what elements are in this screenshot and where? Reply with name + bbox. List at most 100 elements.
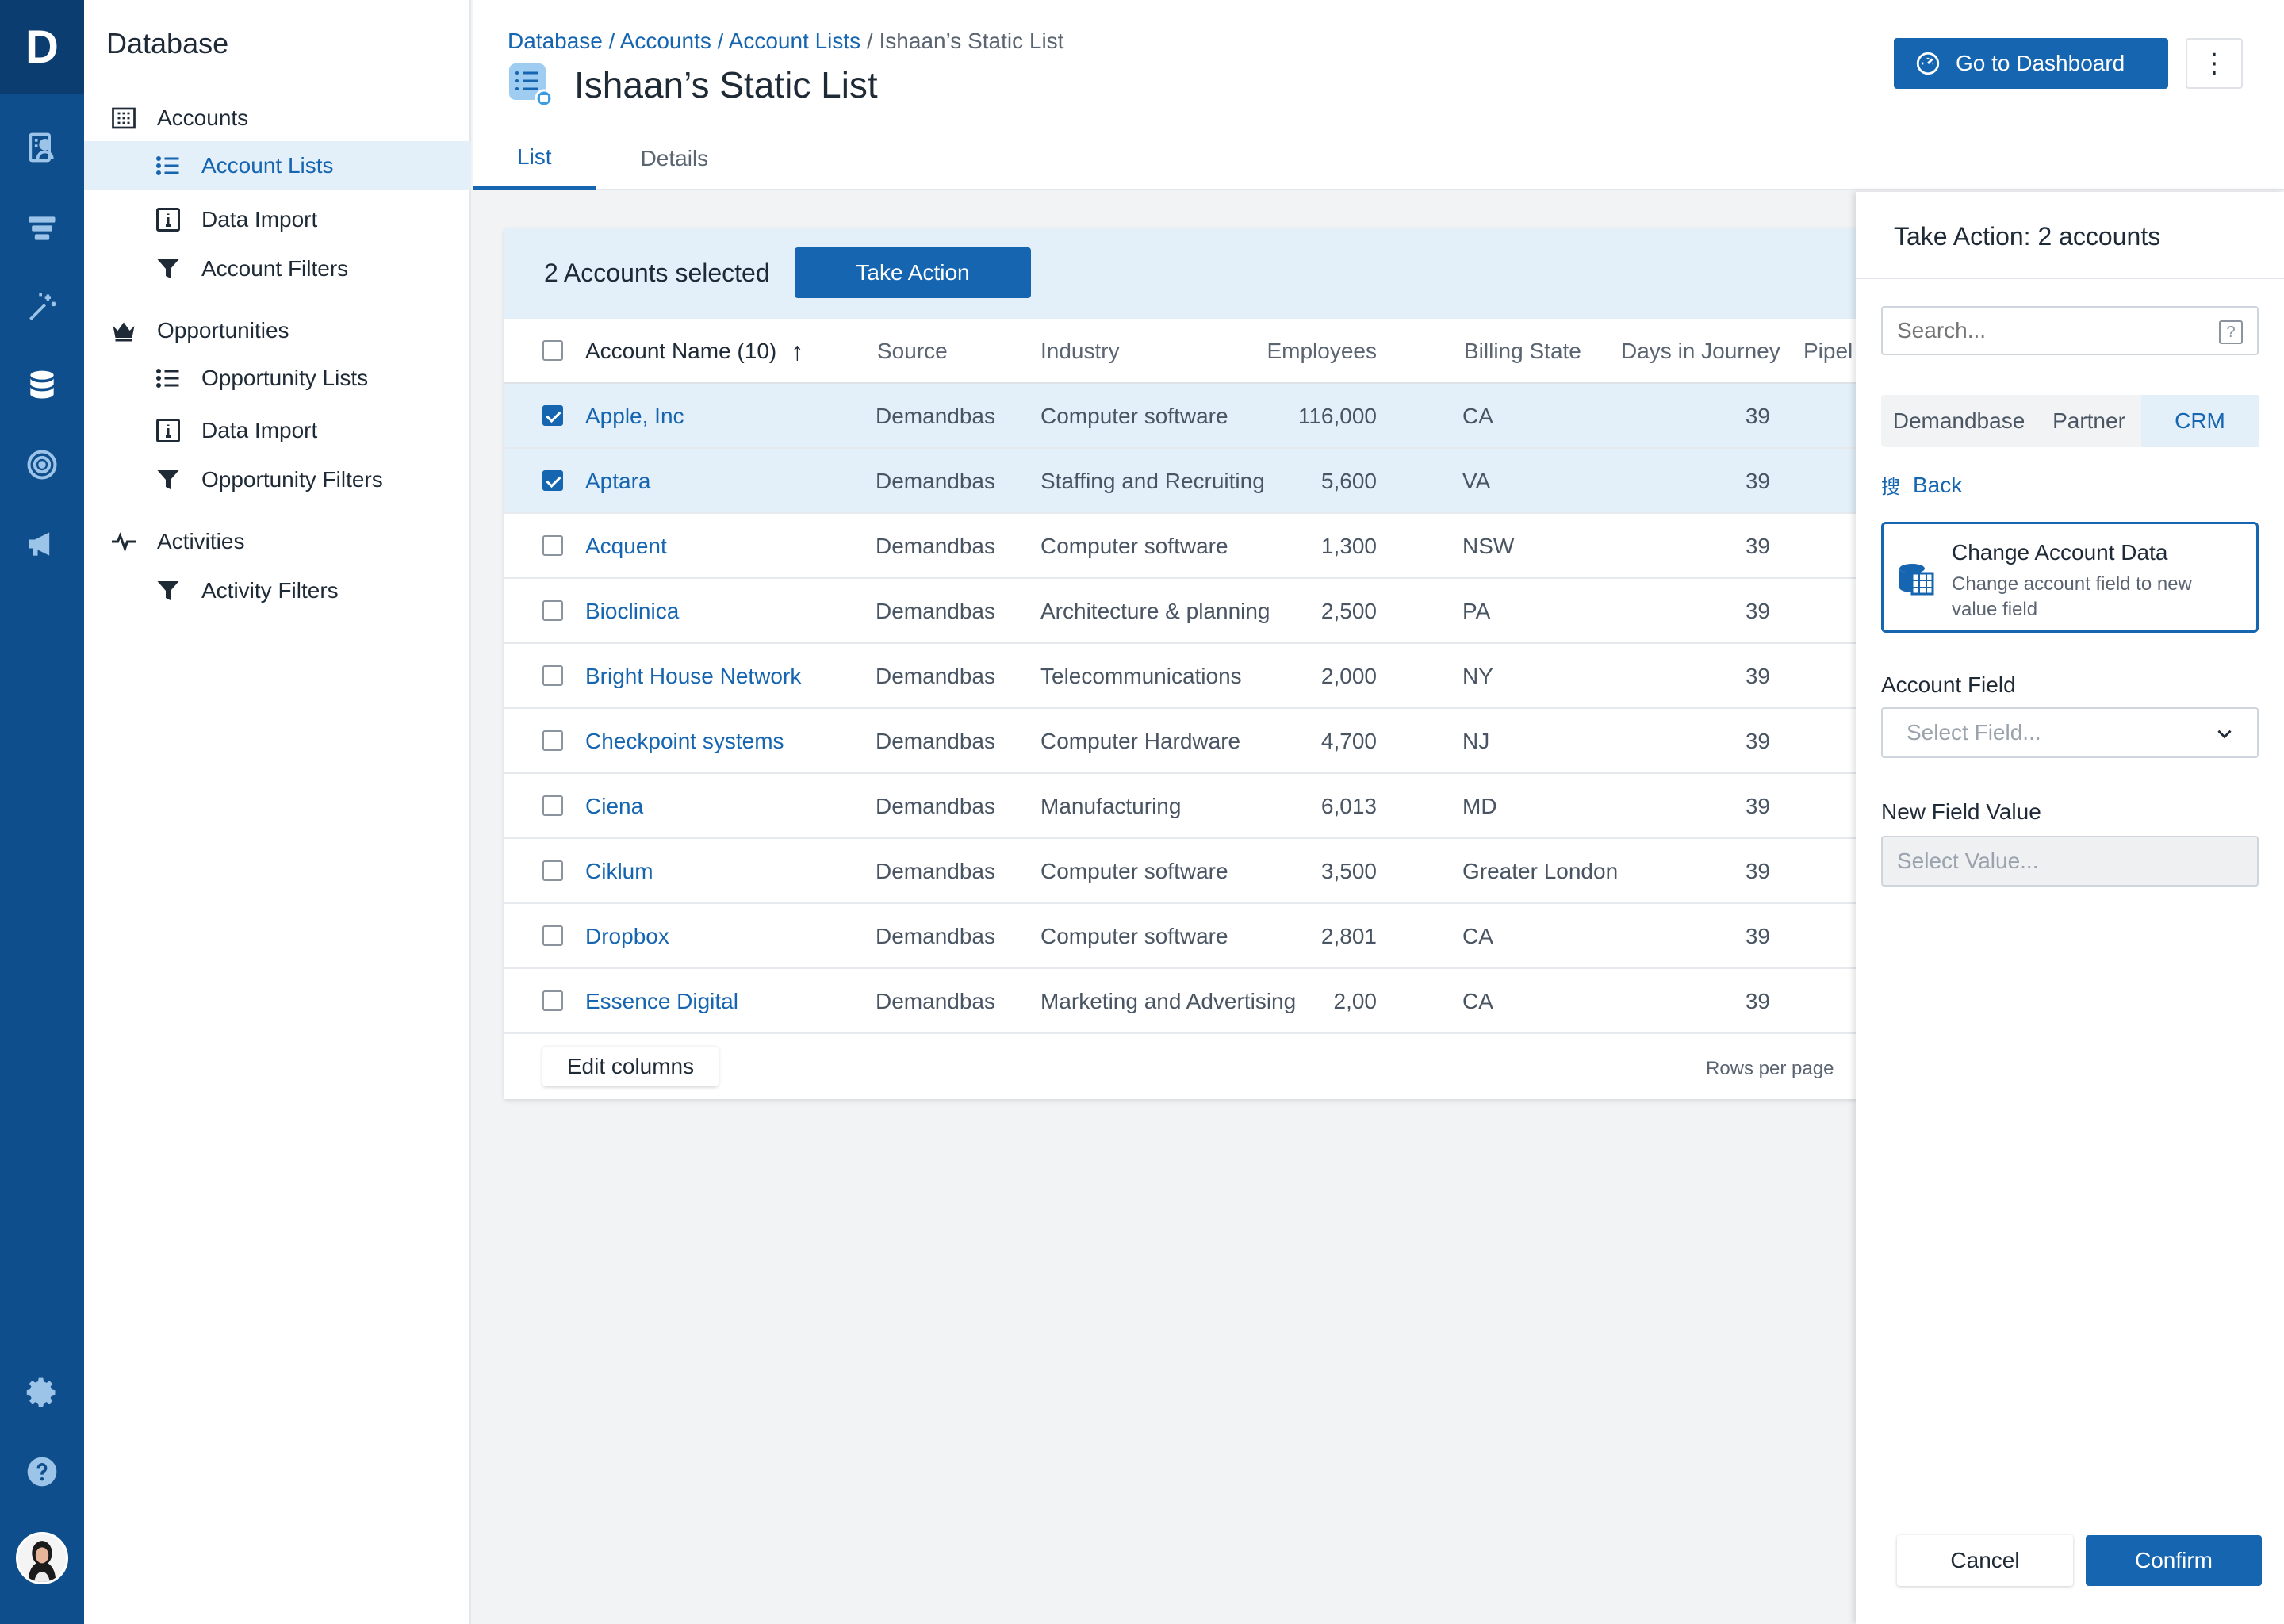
billing-state-cell: NY: [1462, 664, 1493, 688]
column-source[interactable]: Source: [877, 319, 948, 384]
nav-item-label: Account Lists: [201, 153, 334, 178]
action-search-input[interactable]: [1881, 306, 2259, 355]
account-name-link[interactable]: Acquent: [585, 514, 667, 579]
days-in-journey-cell: 39: [1745, 924, 1770, 948]
segment-partner[interactable]: Partner: [2037, 395, 2141, 447]
table-row[interactable]: Aptara Demandbas Staffing and Recruiting 5,…: [504, 449, 1857, 514]
back-link[interactable]: 搜 Back: [1881, 471, 1962, 499]
breadcrumb-accounts[interactable]: Accounts: [620, 29, 711, 53]
row-checkbox[interactable]: [542, 535, 563, 556]
table-row[interactable]: Dropbox Demandbas Computer software 2,801 CA…: [504, 904, 1857, 969]
sort-ascending-icon[interactable]: ↑: [791, 337, 803, 366]
column-days-in-journey[interactable]: Days in Journey: [1621, 319, 1780, 384]
change-account-data-option[interactable]: Change Account Data Change account field…: [1881, 522, 2259, 633]
nav-item-activities[interactable]: Activities: [84, 517, 471, 566]
take-action-button[interactable]: Take Action: [795, 247, 1031, 298]
filter-icon: [152, 575, 184, 607]
row-checkbox[interactable]: [542, 405, 563, 426]
import-icon: [152, 415, 184, 446]
cancel-button[interactable]: Cancel: [1897, 1535, 2073, 1586]
column-account-name[interactable]: Account Name (10) ↑: [585, 319, 803, 384]
magic-wand-icon[interactable]: [0, 284, 84, 331]
row-checkbox[interactable]: [542, 470, 563, 491]
select-all-checkbox[interactable]: [542, 340, 563, 361]
industry-cell: Computer software: [1040, 534, 1228, 558]
table-row[interactable]: Checkpoint systems Demandbas Computer Hard…: [504, 709, 1857, 774]
employees-cell: 1,300: [1320, 534, 1377, 558]
row-checkbox[interactable]: [542, 990, 563, 1011]
industry-cell: Manufacturing: [1040, 794, 1182, 818]
breadcrumb-separator: /: [602, 29, 620, 53]
account-name-link[interactable]: Checkpoint systems: [585, 709, 784, 774]
billing-state-cell: NJ: [1462, 729, 1490, 753]
nav-item-opportunity-lists[interactable]: Opportunity Lists: [84, 354, 471, 403]
row-checkbox[interactable]: [542, 795, 563, 816]
column-pipeline[interactable]: Pipel: [1803, 319, 1853, 384]
table-row[interactable]: Ciklum Demandbas Computer software 3,500 Gre…: [504, 839, 1857, 904]
confirm-button[interactable]: Confirm: [2086, 1535, 2262, 1586]
row-checkbox[interactable]: [542, 925, 563, 946]
days-in-journey-cell: 39: [1745, 404, 1770, 428]
column-billing-state[interactable]: Billing State: [1464, 319, 1581, 384]
account-id-icon[interactable]: [0, 124, 84, 171]
segment-demandbase[interactable]: Demandbase: [1881, 395, 2037, 447]
gear-icon[interactable]: [0, 1369, 84, 1416]
table-row[interactable]: Apple, Inc Demandbas Computer software 116,…: [504, 384, 1857, 449]
nav-item-activity-filters[interactable]: Activity Filters: [84, 566, 471, 615]
account-name-link[interactable]: Essence Digital: [585, 969, 738, 1034]
nav-item-label: Data Import: [201, 207, 318, 232]
nav-item-opportunity-data-import[interactable]: Data Import: [84, 406, 471, 455]
tab-list[interactable]: List: [473, 127, 596, 190]
static-list-icon: [508, 62, 554, 108]
source-segmented-control: Demandbase Partner CRM: [1881, 395, 2259, 447]
user-avatar[interactable]: [16, 1532, 68, 1584]
nav-item-opportunities[interactable]: Opportunities: [84, 306, 471, 355]
nav-item-account-lists[interactable]: Account Lists: [84, 141, 471, 190]
nav-item-account-data-import[interactable]: Data Import: [84, 195, 471, 244]
funnel-stack-icon[interactable]: [0, 205, 84, 252]
table-row[interactable]: Essence Digital Demandbas Marketing and Ad…: [504, 969, 1857, 1034]
table-row[interactable]: Ciena Demandbas Manufacturing 6,013 MD 39: [504, 774, 1857, 839]
nav-item-label: Opportunity Lists: [201, 366, 369, 390]
tab-details[interactable]: Details: [596, 127, 753, 190]
account-name-link[interactable]: Ciena: [585, 774, 643, 839]
segment-crm[interactable]: CRM: [2141, 395, 2259, 447]
megaphone-icon[interactable]: [0, 520, 84, 568]
database-icon[interactable]: [0, 362, 84, 409]
breadcrumb-database[interactable]: Database: [508, 29, 603, 53]
breadcrumb-account-lists[interactable]: Account Lists: [729, 29, 861, 53]
help-icon[interactable]: [0, 1448, 84, 1496]
nav-item-account-filters[interactable]: Account Filters: [84, 244, 471, 293]
billing-state-cell: CA: [1462, 404, 1493, 428]
column-industry[interactable]: Industry: [1040, 319, 1120, 384]
column-employees[interactable]: Employees: [1236, 319, 1377, 384]
account-name-link[interactable]: Dropbox: [585, 904, 669, 969]
search-help-icon[interactable]: ?: [2219, 320, 2243, 344]
table-row[interactable]: Bioclinica Demandbas Architecture & planni…: [504, 579, 1857, 644]
target-icon[interactable]: [0, 441, 84, 488]
account-field-select[interactable]: Select Field...: [1881, 707, 2259, 758]
table-header: Account Name (10) ↑ Source Industry Empl…: [504, 319, 1857, 384]
row-checkbox[interactable]: [542, 665, 563, 686]
table-row[interactable]: Bright House Network Demandbas Telecommuni…: [504, 644, 1857, 709]
account-name-link[interactable]: Apple, Inc: [585, 384, 684, 449]
table-row[interactable]: Acquent Demandbas Computer software 1,300 NS…: [504, 514, 1857, 579]
row-checkbox[interactable]: [542, 600, 563, 621]
app-logo[interactable]: D: [0, 0, 84, 94]
row-checkbox[interactable]: [542, 860, 563, 881]
billing-state-cell: CA: [1462, 924, 1493, 948]
nav-title: Database: [106, 27, 229, 59]
account-name-link[interactable]: Bright House Network: [585, 644, 801, 709]
account-name-link[interactable]: Aptara: [585, 449, 651, 514]
edit-columns-button[interactable]: Edit columns: [542, 1047, 719, 1086]
new-field-value-select[interactable]: Select Value...: [1881, 836, 2259, 887]
nav-item-opportunity-filters[interactable]: Opportunity Filters: [84, 455, 471, 504]
account-name-link[interactable]: Ciklum: [585, 839, 653, 904]
row-checkbox[interactable]: [542, 730, 563, 751]
more-options-button[interactable]: ⋮: [2186, 38, 2243, 89]
nav-item-accounts[interactable]: Accounts: [84, 94, 471, 143]
go-to-dashboard-button[interactable]: Go to Dashboard: [1894, 38, 2168, 89]
account-name-link[interactable]: Bioclinica: [585, 579, 679, 644]
account-field-label: Account Field: [1881, 672, 2016, 697]
employees-cell: 4,700: [1320, 729, 1377, 753]
